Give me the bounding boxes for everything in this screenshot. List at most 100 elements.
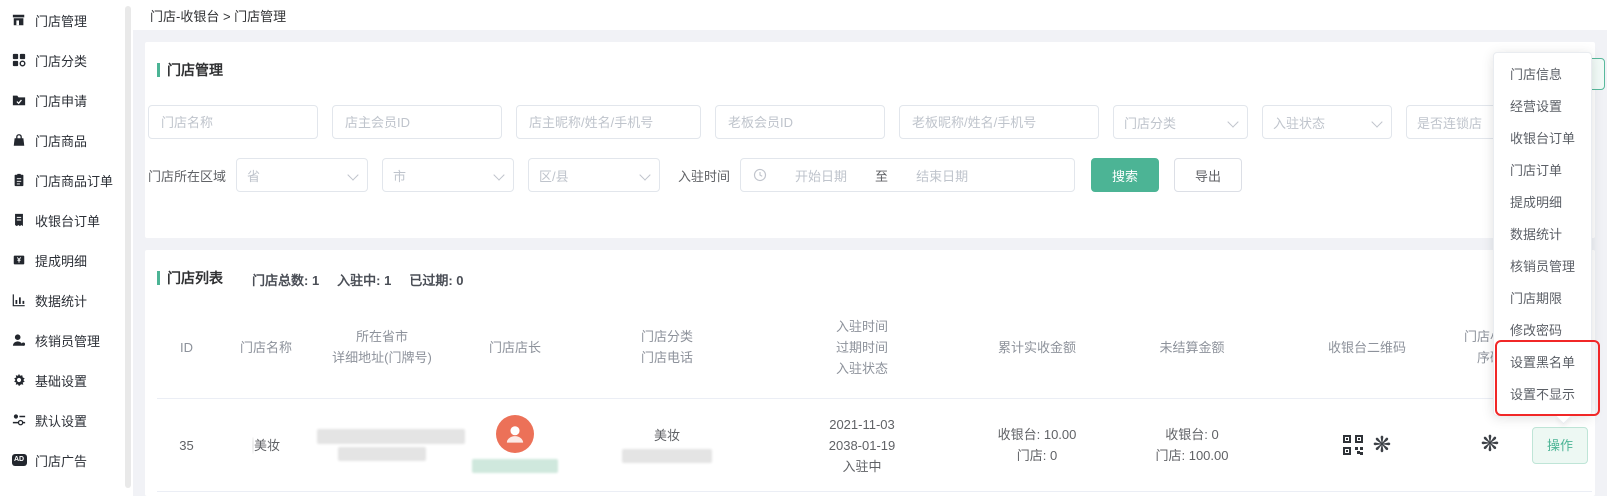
col-cashier-qr: 收银台二维码: [1282, 296, 1452, 399]
miniprogram-code-icon[interactable]: ❋: [1373, 434, 1391, 456]
sidebar-item-store-goods[interactable]: 门店商品: [0, 120, 133, 160]
page-title: 门店管理: [167, 60, 223, 80]
stat-expired: 已过期: 0: [409, 270, 463, 289]
title-accent-bar: [157, 63, 160, 77]
category-select-placeholder: 门店分类: [1124, 113, 1176, 132]
action-dropdown-button[interactable]: 操作: [1532, 427, 1588, 464]
sidebar-item-commission-detail[interactable]: 提成明细: [0, 240, 133, 280]
menu-item-data-statistics[interactable]: 数据统计: [1494, 219, 1591, 251]
list-card-title: 门店列表: [157, 268, 223, 288]
chart-icon: [11, 292, 27, 308]
owner-member-id-input[interactable]: [343, 114, 491, 131]
menu-item-verifier-management[interactable]: 核销员管理: [1494, 251, 1591, 283]
gear-icon: [11, 372, 27, 388]
entry-time-range-picker[interactable]: 开始日期 至 结束日期: [740, 158, 1075, 192]
date-range-to-label: 至: [875, 166, 888, 185]
store-name-input-wrap: [148, 105, 318, 139]
cell-category-phone: 美妆: [582, 399, 752, 492]
received-store: 门店: 0: [973, 445, 1101, 466]
store-miniprogram-code-icon[interactable]: ❋: [1481, 431, 1499, 456]
menu-item-commission-detail[interactable]: 提成明细: [1494, 187, 1591, 219]
sidebar-item-label: 收银台订单: [35, 211, 100, 230]
money-icon: [11, 252, 27, 268]
col-entry-time: 入驻时间 过期时间 入驻状态: [752, 296, 972, 399]
unsettled-store: 门店: 100.00: [1103, 445, 1281, 466]
boss-info-input-wrap: [899, 105, 1099, 139]
col-address: 所在省市 详细地址(门牌号): [316, 296, 448, 399]
col-unsettled: 未结算金额: [1102, 296, 1282, 399]
city-placeholder: 市: [393, 166, 406, 185]
store-name-input[interactable]: [159, 114, 307, 131]
boss-member-id-input[interactable]: [726, 114, 874, 131]
col-phone-line: 门店电话: [583, 347, 751, 368]
col-category-phone: 门店分类 门店电话: [582, 296, 752, 399]
cell-entry-time: 2021-11-03 2038-01-19 入驻中: [752, 399, 972, 492]
table-row: 35 美妆 美妆: [157, 399, 1592, 492]
search-button[interactable]: 搜索: [1091, 158, 1159, 192]
boss-member-id-input-wrap: [715, 105, 885, 139]
sidebar-item-default-settings[interactable]: 默认设置: [0, 400, 133, 440]
entry-time-label: 入驻时间: [678, 166, 730, 185]
sidebar-item-store-management[interactable]: 门店管理: [0, 0, 133, 40]
chevron-down-icon: [639, 169, 650, 180]
cell-store-name: 美妆: [216, 399, 316, 492]
district-placeholder: 区/县: [539, 166, 569, 185]
col-address-line2: 详细地址(门牌号): [317, 347, 447, 368]
menu-item-store-info[interactable]: 门店信息: [1494, 59, 1591, 91]
col-manager: 门店店长: [448, 296, 582, 399]
col-address-line1: 所在省市: [317, 326, 447, 347]
district-select[interactable]: 区/县: [528, 158, 660, 192]
breadcrumb: 门店-收银台 > 门店管理: [150, 6, 286, 25]
store-label: 美妆: [254, 438, 280, 453]
menu-item-business-settings[interactable]: 经营设置: [1494, 91, 1591, 123]
col-id: ID: [157, 296, 216, 399]
col-entry-line: 入驻时间: [753, 316, 971, 337]
category-value: 美妆: [583, 425, 751, 446]
menu-item-set-blacklist[interactable]: 设置黑名单: [1494, 347, 1591, 379]
ad-icon: AD: [11, 452, 27, 468]
sidebar-item-verifier-management[interactable]: 核销员管理: [0, 320, 133, 360]
sidebar-item-basic-settings[interactable]: 基础设置: [0, 360, 133, 400]
menu-item-store-term[interactable]: 门店期限: [1494, 283, 1591, 315]
sidebar-item-store-goods-orders[interactable]: 门店商品订单: [0, 160, 133, 200]
clock-icon: [753, 168, 767, 182]
entry-status-select[interactable]: 入驻状态: [1262, 105, 1392, 139]
menu-item-cashier-orders[interactable]: 收银台订单: [1494, 123, 1591, 155]
manager-avatar: [496, 415, 534, 453]
boss-info-input[interactable]: [910, 114, 1088, 131]
chevron-down-icon: [493, 169, 504, 180]
owner-info-input-wrap: [516, 105, 701, 139]
col-received: 累计实收金额: [972, 296, 1102, 399]
province-select[interactable]: 省: [236, 158, 368, 192]
sidebar-item-cashier-orders[interactable]: 收银台订单: [0, 200, 133, 240]
sidebar: 门店管理 门店分类 门店申请 门店商品 门店商品订单: [0, 0, 133, 496]
entry-status-placeholder: 入驻状态: [1273, 113, 1325, 132]
col-expire-line: 过期时间: [753, 337, 971, 358]
sidebar-item-store-application[interactable]: 门店申请: [0, 80, 133, 120]
redacted-phone: [622, 449, 712, 463]
redacted-manager-name: [472, 459, 558, 473]
received-cashier: 收银台: 10.00: [973, 424, 1101, 445]
menu-item-change-password[interactable]: 修改密码: [1494, 315, 1591, 347]
category-select[interactable]: 门店分类: [1113, 105, 1248, 139]
sidebar-item-label: 核销员管理: [35, 331, 100, 350]
menu-item-store-orders[interactable]: 门店订单: [1494, 155, 1591, 187]
export-button[interactable]: 导出: [1174, 158, 1242, 192]
owner-info-input[interactable]: [527, 114, 690, 131]
city-select[interactable]: 市: [382, 158, 514, 192]
sidebar-item-label: 门店广告: [35, 451, 87, 470]
region-label: 门店所在区域: [148, 166, 226, 185]
sidebar-item-label: 门店商品: [35, 131, 87, 150]
menu-item-set-hidden[interactable]: 设置不显示: [1494, 379, 1591, 411]
sidebar-item-data-statistics[interactable]: 数据统计: [0, 280, 133, 320]
stat-total: 门店总数: 1: [252, 270, 319, 289]
filter-card: 门店管理 门店分类 入驻状态: [145, 42, 1595, 238]
person-icon: [502, 421, 528, 447]
sidebar-item-store-ads[interactable]: AD 门店广告: [0, 440, 133, 480]
sidebar-item-label: 基础设置: [35, 371, 87, 390]
sidebar-scrollbar[interactable]: [125, 6, 131, 488]
sidebar-item-store-category[interactable]: 门店分类: [0, 40, 133, 80]
qr-code-icon[interactable]: [1343, 435, 1363, 455]
cell-cashier-qr: ❋: [1282, 399, 1452, 492]
entry-status: 入驻中: [753, 456, 971, 477]
